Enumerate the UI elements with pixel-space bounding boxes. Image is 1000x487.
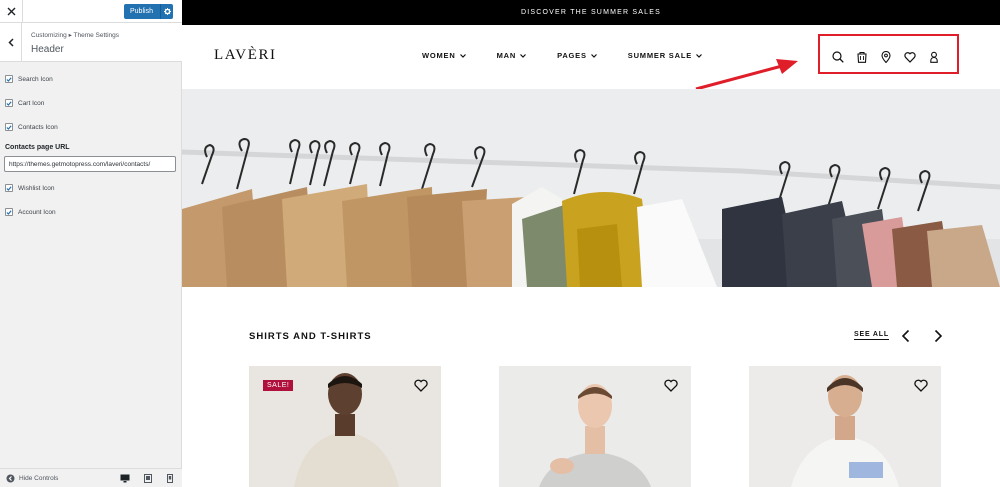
customizer-sidebar: Publish Customizing ▸ Theme Settings Hea… bbox=[0, 0, 182, 487]
hide-controls-label: Hide Controls bbox=[19, 475, 59, 482]
checkbox[interactable] bbox=[5, 75, 13, 83]
clothing-rack-illustration bbox=[182, 89, 1000, 287]
option-label: Contacts Icon bbox=[18, 123, 58, 131]
section-heading: SHIRTS AND T-SHIRTS bbox=[249, 331, 372, 342]
nav-label: SUMMER SALE bbox=[627, 51, 692, 60]
checkmark-icon bbox=[6, 209, 12, 215]
cart-icon[interactable] bbox=[856, 51, 868, 63]
customizer-footer: Hide Controls bbox=[0, 468, 182, 487]
location-icon[interactable] bbox=[880, 51, 892, 63]
close-icon bbox=[7, 7, 15, 16]
hide-controls-button[interactable]: Hide Controls bbox=[6, 474, 58, 483]
publish-settings-button[interactable] bbox=[160, 4, 173, 19]
checkmark-icon bbox=[6, 76, 12, 82]
see-all-link[interactable]: SEE ALL bbox=[854, 331, 889, 340]
option-label: Cart Icon bbox=[18, 99, 45, 107]
nav-label: PAGES bbox=[557, 51, 587, 60]
announcement-bar: DISCOVER THE SUMMER SALES bbox=[182, 0, 1000, 25]
preview-mobile-button[interactable] bbox=[165, 474, 175, 483]
close-customizer-button[interactable] bbox=[0, 0, 23, 23]
site-preview: DISCOVER THE SUMMER SALES LAVÈRI WOMEN M… bbox=[182, 0, 1000, 487]
wishlist-heart-icon[interactable] bbox=[414, 379, 428, 392]
nav-item-summer-sale[interactable]: SUMMER SALE bbox=[628, 51, 702, 60]
nav-label: MAN bbox=[496, 51, 517, 60]
nav-item-pages[interactable]: PAGES bbox=[557, 51, 597, 60]
option-label: Wishlist Icon bbox=[18, 184, 55, 192]
wishlist-heart-icon[interactable] bbox=[914, 379, 928, 392]
heart-icon[interactable] bbox=[904, 51, 916, 63]
sale-badge: SALE! bbox=[263, 380, 294, 391]
publish-button[interactable]: Publish bbox=[124, 4, 173, 19]
section-header: Customizing ▸ Theme Settings Header bbox=[0, 23, 182, 62]
option-account-icon[interactable]: Account Icon bbox=[5, 208, 56, 216]
chevron-right-icon[interactable] bbox=[932, 329, 944, 343]
contacts-url-field[interactable] bbox=[4, 156, 176, 172]
checkbox[interactable] bbox=[5, 123, 13, 131]
section-title: Header bbox=[31, 44, 64, 55]
checkbox[interactable] bbox=[5, 99, 13, 107]
mobile-icon bbox=[167, 474, 173, 483]
chevron-down-icon bbox=[459, 53, 466, 58]
checkmark-icon bbox=[6, 100, 12, 106]
product-card[interactable]: SALE! bbox=[249, 366, 441, 487]
checkmark-icon bbox=[6, 185, 12, 191]
chevron-down-icon bbox=[520, 53, 527, 58]
product-image bbox=[749, 366, 941, 487]
preview-tablet-button[interactable] bbox=[143, 474, 153, 483]
option-cart-icon[interactable]: Cart Icon bbox=[5, 99, 44, 107]
option-label: Account Icon bbox=[18, 208, 56, 216]
checkbox[interactable] bbox=[5, 184, 13, 192]
publish-label: Publish bbox=[130, 8, 153, 15]
gear-icon bbox=[163, 8, 171, 15]
annotation-arrow bbox=[695, 59, 798, 91]
header-icons-highlight bbox=[818, 34, 959, 74]
option-search-icon[interactable]: Search Icon bbox=[5, 75, 53, 83]
option-wishlist-icon[interactable]: Wishlist Icon bbox=[5, 184, 54, 192]
back-button[interactable] bbox=[0, 23, 22, 62]
product-image bbox=[499, 366, 691, 487]
contacts-url-label: Contacts page URL bbox=[5, 144, 70, 151]
checkbox[interactable] bbox=[5, 208, 13, 216]
main-navigation: WOMEN MAN PAGES SUMMER SALE bbox=[422, 51, 733, 60]
option-contacts-icon[interactable]: Contacts Icon bbox=[5, 123, 58, 131]
breadcrumb: Customizing ▸ Theme Settings bbox=[31, 32, 120, 39]
chevron-down-icon bbox=[696, 53, 702, 58]
chevron-left-icon[interactable] bbox=[900, 329, 912, 343]
checkmark-icon bbox=[6, 124, 12, 130]
wishlist-heart-icon[interactable] bbox=[664, 379, 678, 392]
hero-image bbox=[182, 89, 1000, 287]
desktop-icon bbox=[120, 474, 130, 483]
nav-label: WOMEN bbox=[422, 51, 456, 60]
nav-item-man[interactable]: MAN bbox=[496, 51, 527, 60]
preview-desktop-button[interactable] bbox=[120, 474, 130, 483]
product-card[interactable] bbox=[749, 366, 941, 487]
nav-item-women[interactable]: WOMEN bbox=[422, 51, 466, 60]
search-icon[interactable] bbox=[832, 51, 844, 63]
product-card[interactable] bbox=[499, 366, 691, 487]
user-icon[interactable] bbox=[928, 51, 940, 63]
tablet-icon bbox=[144, 474, 152, 483]
customizer-toolbar: Publish bbox=[0, 0, 182, 23]
collapse-icon bbox=[6, 474, 15, 483]
site-logo[interactable]: LAVÈRI bbox=[214, 47, 277, 64]
option-label: Search Icon bbox=[18, 75, 53, 83]
chevron-down-icon bbox=[590, 53, 597, 58]
chevron-left-icon bbox=[7, 38, 14, 47]
